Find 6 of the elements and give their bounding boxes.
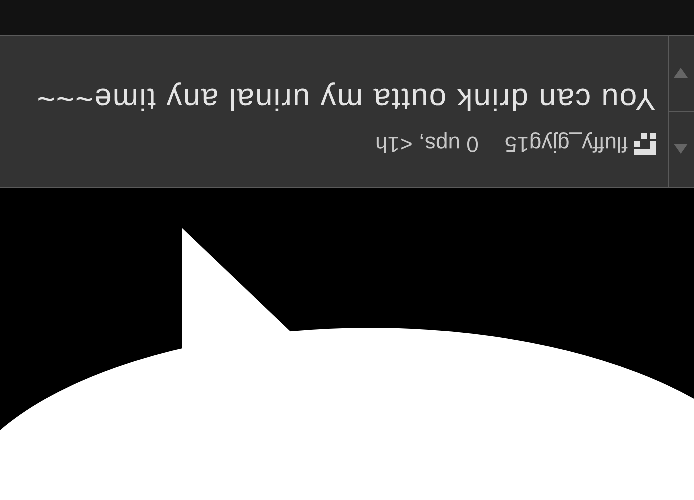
comment-meta: 0 ups, <1h [375,131,479,157]
username[interactable]: fluffy_gjyg15 [504,131,628,157]
downvote-icon[interactable] [674,68,688,78]
avatar-icon [634,133,656,155]
upvote-icon[interactable] [674,144,688,154]
comment-text: You can drink outta my urinal any time~~~ [35,81,656,117]
